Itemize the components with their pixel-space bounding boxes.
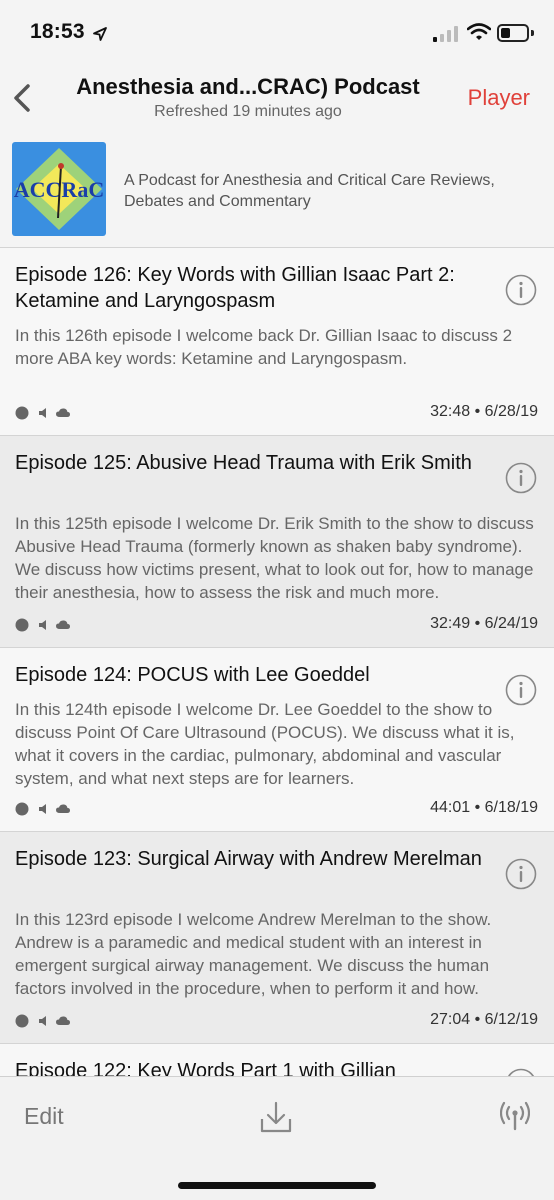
cloud-icon bbox=[56, 620, 70, 629]
edit-button[interactable]: Edit bbox=[24, 1103, 64, 1130]
antenna-icon[interactable] bbox=[500, 1101, 530, 1131]
location-arrow-icon bbox=[93, 27, 107, 41]
episode-title: Episode 126: Key Words with Gillian Isaa… bbox=[15, 264, 455, 312]
speaker-icon bbox=[39, 1016, 46, 1026]
status-time: 18:53 bbox=[30, 20, 85, 43]
back-chevron-icon[interactable] bbox=[8, 78, 40, 118]
dot-icon bbox=[15, 406, 29, 420]
podcast-artwork[interactable]: ACCRaC bbox=[12, 142, 106, 236]
refresh-status: Refreshed 19 minutes ago bbox=[154, 103, 342, 120]
episode-status-icons bbox=[15, 1014, 70, 1028]
info-icon[interactable] bbox=[505, 274, 537, 306]
info-icon[interactable] bbox=[505, 858, 537, 890]
episode-duration-date: 32:48 • 6/28/19 bbox=[430, 403, 538, 420]
podcast-header: ACCRaC A Podcast for Anesthesia and Crit… bbox=[0, 132, 554, 248]
info-icon[interactable] bbox=[505, 462, 537, 494]
episode-row[interactable]: Episode 124: POCUS with Lee Goeddel In th… bbox=[0, 648, 554, 832]
episode-duration-date: 44:01 • 6/18/19 bbox=[430, 799, 538, 816]
episode-status-icons bbox=[15, 618, 70, 632]
episode-description: In this 126th episode I welcome back Dr.… bbox=[15, 326, 513, 368]
status-bar: 18:53 bbox=[0, 0, 554, 64]
navigation-bar: Anesthesia and...CRAC) Podcast Refreshed… bbox=[0, 64, 554, 132]
wifi-icon bbox=[467, 23, 491, 40]
cloud-icon bbox=[56, 804, 70, 813]
episode-title: Episode 124: POCUS with Lee Goeddel bbox=[15, 664, 370, 686]
episode-title: Episode 123: Surgical Airway with Andrew… bbox=[15, 848, 482, 870]
speaker-icon bbox=[39, 408, 46, 418]
speaker-icon bbox=[39, 804, 46, 814]
episode-row[interactable]: Episode 123: Surgical Airway with Andrew… bbox=[0, 832, 554, 1044]
episode-row[interactable]: Episode 126: Key Words with Gillian Isaa… bbox=[0, 248, 554, 436]
episode-status-icons bbox=[15, 802, 70, 816]
player-button[interactable]: Player bbox=[468, 85, 530, 111]
episode-description: In this 124th episode I welcome Dr. Lee … bbox=[15, 700, 515, 788]
battery-icon bbox=[497, 24, 529, 42]
podcast-title: Anesthesia and...CRAC) Podcast bbox=[76, 74, 420, 99]
podcast-description: A Podcast for Anesthesia and Critical Ca… bbox=[124, 172, 495, 210]
home-indicator bbox=[178, 1182, 376, 1189]
speaker-icon bbox=[39, 620, 46, 630]
episode-row[interactable]: Episode 125: Abusive Head Trauma with Er… bbox=[0, 436, 554, 648]
download-icon[interactable] bbox=[258, 1099, 294, 1135]
dot-icon bbox=[15, 1014, 29, 1028]
episode-duration-date: 27:04 • 6/12/19 bbox=[430, 1011, 538, 1028]
episode-title: Episode 125: Abusive Head Trauma with Er… bbox=[15, 452, 472, 474]
episode-duration-date: 32:49 • 6/24/19 bbox=[430, 615, 538, 632]
episode-status-icons bbox=[15, 406, 70, 420]
episode-description: In this 123rd episode I welcome Andrew M… bbox=[15, 910, 492, 998]
cloud-icon bbox=[56, 408, 70, 417]
cloud-icon bbox=[56, 1016, 70, 1025]
dot-icon bbox=[15, 618, 29, 632]
battery-cap bbox=[531, 30, 534, 36]
dot-icon bbox=[15, 802, 29, 816]
episode-description: In this 125th episode I welcome Dr. Erik… bbox=[15, 514, 534, 602]
cellular-signal-icon bbox=[433, 26, 458, 42]
